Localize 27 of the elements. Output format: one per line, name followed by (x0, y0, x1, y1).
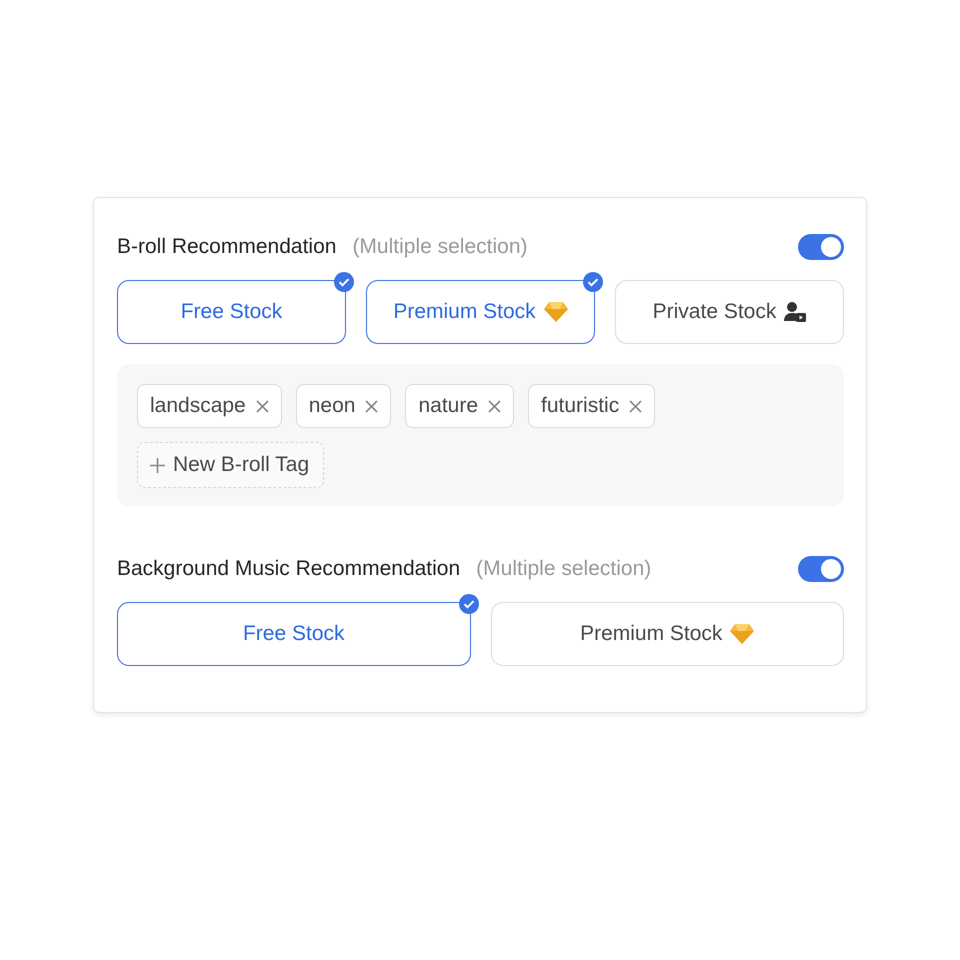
diamond-icon (544, 301, 568, 323)
check-icon (458, 594, 478, 614)
section-title: Background Music Recommendation (117, 557, 460, 581)
tag-label: nature (418, 394, 478, 418)
close-icon[interactable] (629, 400, 642, 412)
tag-label: neon (308, 394, 356, 418)
plus-icon (150, 458, 165, 472)
check-icon (583, 272, 603, 292)
tag-label: landscape (150, 394, 246, 418)
close-icon[interactable] (365, 400, 378, 412)
stock-option[interactable]: Free Stock (117, 280, 346, 344)
new-tag-button[interactable]: New B-roll Tag (137, 442, 324, 488)
section-hint: (Multiple selection) (352, 235, 528, 259)
diamond-icon (730, 623, 754, 645)
toggle-switch[interactable] (798, 234, 844, 260)
section-hint: (Multiple selection) (476, 557, 652, 581)
check-icon (334, 272, 354, 292)
stock-option[interactable]: Premium Stock (490, 602, 844, 666)
section-title: B-roll Recommendation (117, 235, 336, 259)
close-icon[interactable] (256, 400, 269, 412)
stock-option[interactable]: Free Stock (117, 602, 470, 666)
stock-option[interactable]: Premium Stock (366, 280, 595, 344)
toggle-switch[interactable] (798, 556, 844, 582)
stock-option[interactable]: Private Stock (615, 280, 844, 344)
person-video-icon (784, 301, 806, 323)
close-icon[interactable] (488, 400, 502, 412)
tag-label: futuristic (541, 394, 620, 418)
